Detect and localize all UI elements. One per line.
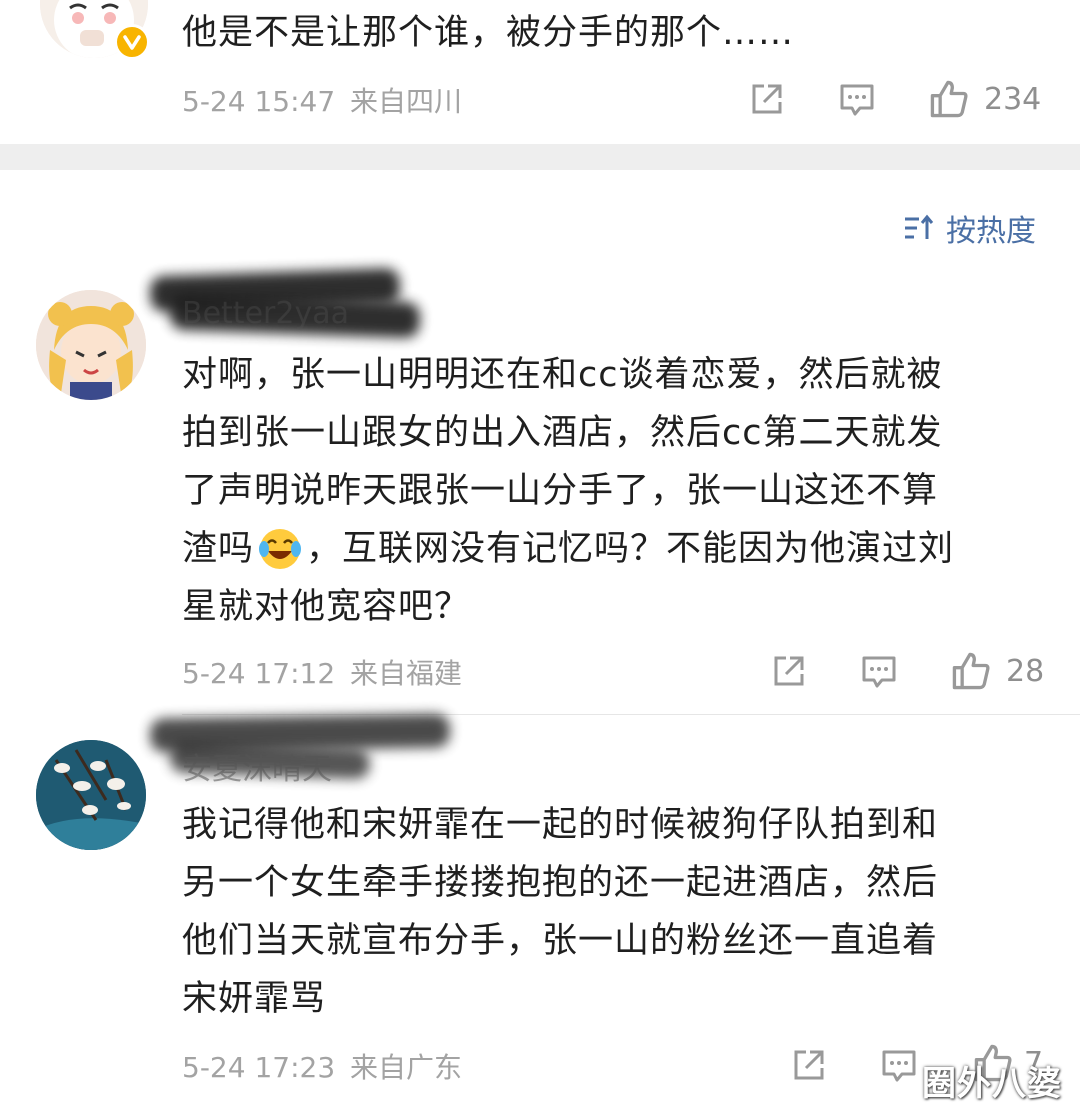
comment-2-meta: 5-24 17:23 来自广东 [182,1046,462,1086]
comment-time: 5-24 17:12 [182,657,336,690]
comment-1-meta: 5-24 17:12 来自福建 [182,652,462,692]
anime-girl-avatar-image [36,290,146,400]
share-icon[interactable] [770,652,808,694]
comment-1-line-1: 对啊，张一山明明还在和cc谈着恋爱，然后就被 [182,355,943,395]
username-commenter-2[interactable]: 安夏沫晴天 [182,744,332,788]
top-comment-meta: 5-24 15:47 来自四川 [182,80,462,120]
thumbs-up-icon [930,80,968,118]
sort-icon [905,214,934,239]
comment-1-text: 对啊，张一山明明还在和cc谈着恋爱，然后就被 拍到张一山跟女的出入酒店，然后cc… [182,346,1052,636]
comment-2-line-2: 另一个女生牵手搂搂抱抱的还一起进酒店，然后 [182,863,939,903]
comment-1-line-4b: ，互联网没有记忆吗？不能因为他演过刘 [306,529,955,569]
username-commenter-1[interactable]: Better2yaa [182,296,349,331]
comment-1-line-5: 星就对他宽容吧？ [182,587,471,627]
comment-1-line-3: 了声明说昨天跟张一山分手了，张一山这还不算 [182,471,939,511]
comment-location: 来自广东 [350,1051,463,1084]
comment-2-line-1: 我记得他和宋妍霏在一起的时候被狗仔队拍到和 [182,805,939,845]
verified-badge-icon [114,24,150,60]
comment-time: 5-24 17:23 [182,1051,336,1084]
watermark: 圈外八婆 [922,1064,1062,1104]
thumbs-up-icon [952,652,990,690]
avatar-commenter-2[interactable] [36,740,146,850]
section-divider [0,144,1080,170]
sort-by-hot-button[interactable]: 按热度 [902,206,1036,250]
like-count: 28 [1006,653,1045,689]
magnolia-avatar-image [36,740,146,850]
share-icon[interactable] [748,80,786,122]
comment-icon[interactable] [838,80,876,122]
like-button[interactable]: 28 [950,650,1044,692]
comment-1-line-4: 渣吗 ，互联网没有记忆吗？不能因为他演过刘 [182,520,1052,578]
comment-2-line-3: 他们当天就宣布分手，张一山的粉丝还一直追着 [182,921,939,961]
comment-2-text: 我记得他和宋妍霏在一起的时候被狗仔队拍到和 另一个女生牵手搂搂抱抱的还一起进酒店… [182,796,1052,1028]
sort-label: 按热度 [946,214,1036,249]
like-count: 234 [984,81,1042,117]
comment-2-line-4: 宋妍霏骂 [182,979,327,1019]
comment-icon[interactable] [860,652,898,694]
comment-1-line-2: 拍到张一山跟女的出入酒店，然后cc第二天就发 [182,413,943,453]
comment-location: 来自福建 [350,657,463,690]
laugh-cry-emoji [256,525,304,573]
top-comment-text: 他是不是让那个谁，被分手的那个…… [182,13,795,53]
like-button[interactable]: 234 [928,78,1041,120]
share-icon[interactable] [790,1046,828,1088]
avatar-commenter-1[interactable] [36,290,146,400]
comment-1-line-4a: 渣吗 [182,529,255,569]
comment-icon[interactable] [880,1046,918,1088]
comment-location: 来自四川 [350,85,463,118]
comment-time: 5-24 15:47 [182,85,336,118]
